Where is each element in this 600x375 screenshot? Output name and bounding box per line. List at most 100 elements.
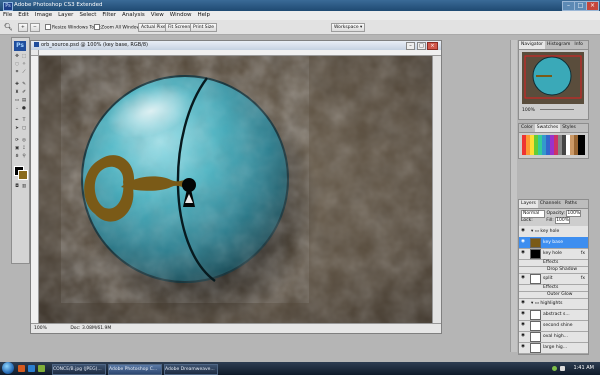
show-desktop-icon[interactable]	[38, 365, 45, 372]
visibility-eye-icon[interactable]: ◉	[521, 250, 526, 255]
screen-mode-icon[interactable]: ▥	[21, 184, 27, 189]
menu-help[interactable]: Help	[194, 11, 213, 20]
layer-thumbnail	[530, 238, 541, 248]
start-button[interactable]	[2, 362, 14, 374]
navigator-zoom-slider[interactable]	[540, 109, 575, 110]
fit-screen-button[interactable]: Fit Screen	[165, 23, 194, 32]
menu-view[interactable]: View	[148, 11, 167, 20]
ie-quicklaunch-icon[interactable]	[28, 365, 35, 372]
zoom-tool-icon[interactable]: 🔍︎	[4, 23, 13, 31]
task-dreamweaver[interactable]: Adobe Dreamweave...	[164, 364, 218, 375]
type-tool-icon[interactable]: T	[21, 118, 27, 123]
fill-field[interactable]: 100%	[555, 217, 571, 224]
gradient-tool-icon[interactable]: ▤	[21, 98, 27, 103]
tab-histogram[interactable]: Histogram	[545, 41, 572, 49]
menu-analysis[interactable]: Analysis	[119, 11, 148, 20]
blur-tool-icon[interactable]: 💧︎	[14, 106, 20, 111]
tab-navigator[interactable]: Navigator	[519, 41, 546, 49]
layer-thumbnail	[530, 310, 541, 320]
visibility-eye-icon[interactable]: ◉	[521, 239, 526, 244]
lasso-tool-icon[interactable]: ◌	[14, 62, 20, 67]
tab-info[interactable]: Info	[572, 41, 585, 49]
visibility-eye-icon[interactable]: ◉	[521, 322, 526, 327]
lock-row: Lock: Fill: 100%	[521, 217, 586, 224]
clone-stamp-icon[interactable]: ♜	[14, 90, 20, 95]
print-size-button[interactable]: Print Size	[190, 23, 218, 32]
firefox-quicklaunch-icon[interactable]	[18, 365, 25, 372]
healing-brush-icon[interactable]: ✚	[14, 82, 20, 87]
layer-large-highlight[interactable]: ◉ large hig...	[519, 342, 588, 354]
navigator-thumbnail[interactable]	[522, 52, 584, 104]
menu-filter[interactable]: Filter	[99, 11, 119, 20]
clock[interactable]: 1:41 AM	[573, 365, 594, 371]
pen-tool-icon[interactable]: ✒	[14, 118, 20, 123]
visibility-eye-icon[interactable]: ◉	[521, 228, 526, 233]
zoom-all-checkbox[interactable]: Zoom All Windows	[94, 24, 143, 31]
navigator-zoom-value[interactable]: 100%	[522, 108, 535, 113]
menu-window[interactable]: Window	[167, 11, 195, 20]
menu-select[interactable]: Select	[76, 11, 99, 20]
tab-channels[interactable]: Channels	[538, 200, 563, 208]
swatch-grid[interactable]	[522, 135, 585, 155]
eraser-tool-icon[interactable]: ▭	[14, 98, 20, 103]
tab-styles[interactable]: Styles	[560, 124, 578, 132]
notes-tool-icon[interactable]: ▣	[14, 146, 20, 151]
doc-close-button[interactable]: ×	[427, 42, 438, 50]
close-button[interactable]: ×	[586, 1, 599, 11]
move-tool-icon[interactable]: ✥	[14, 54, 20, 59]
tab-swatches[interactable]: Swatches	[534, 124, 561, 132]
network-tray-icon[interactable]	[552, 366, 557, 371]
workspace-dropdown[interactable]: Workspace ▾	[331, 23, 366, 32]
marquee-tool-icon[interactable]: ⬚	[21, 54, 27, 59]
menu-layer[interactable]: Layer	[55, 11, 76, 20]
ruler-origin[interactable]	[31, 50, 39, 56]
menu-edit[interactable]: Edit	[15, 11, 32, 20]
magic-wand-icon[interactable]: ✧	[21, 62, 27, 67]
zoom-out-button[interactable]: −	[30, 23, 40, 32]
opacity-field[interactable]: 100%	[566, 210, 582, 217]
quick-mask-icon[interactable]: ◘	[14, 184, 20, 189]
tab-color[interactable]: Color	[519, 124, 535, 132]
visibility-eye-icon[interactable]: ◉	[521, 344, 526, 349]
3d-rotate-icon[interactable]: ⟳	[14, 138, 20, 143]
fx-icon[interactable]: fx	[581, 248, 585, 259]
visibility-eye-icon[interactable]: ◉	[521, 333, 526, 338]
panel-dock-strip[interactable]	[510, 40, 517, 352]
volume-tray-icon[interactable]	[560, 366, 565, 371]
document-title: orb_source.psd @ 100% (key base, RGB/8)	[41, 42, 148, 48]
resize-windows-checkbox[interactable]: Resize Windows To Fit	[45, 24, 101, 31]
visibility-eye-icon[interactable]: ◉	[521, 311, 526, 316]
layers-tabs: Layers Channels Paths	[519, 200, 588, 209]
slice-tool-icon[interactable]: ⟋	[21, 70, 27, 75]
tab-layers[interactable]: Layers	[519, 200, 538, 208]
dodge-tool-icon[interactable]: ●	[21, 106, 27, 111]
eyedropper-tool-icon[interactable]: ⟟	[21, 146, 27, 151]
document-canvas[interactable]	[39, 56, 432, 323]
hand-tool-icon[interactable]: ✋︎	[14, 154, 20, 159]
task-conceb-jpg[interactable]: CONCE/B.jpg (JPEG)...	[52, 364, 106, 375]
3d-orbit-icon[interactable]: ◎	[21, 138, 27, 143]
doc-size-readout[interactable]: Doc: 3.08M/61.9M	[70, 326, 111, 331]
vertical-scrollbar[interactable]	[432, 56, 441, 323]
zoom-level[interactable]: 100%	[34, 326, 47, 331]
blend-mode-select[interactable]: Normal	[521, 210, 545, 218]
shape-tool-icon[interactable]: ▢	[21, 126, 27, 131]
document-window: orb_source.psd @ 100% (key base, RGB/8) …	[30, 40, 442, 334]
zoom-tool-icon-2[interactable]: ⚲	[21, 154, 27, 159]
zoom-in-button[interactable]: +	[18, 23, 28, 32]
menu-file[interactable]: File	[0, 11, 15, 20]
layer-thumbnail	[530, 332, 541, 342]
doc-minimize-button[interactable]: –	[406, 42, 415, 50]
task-photoshop[interactable]: Adobe Photoshop C...	[108, 364, 162, 375]
tab-paths[interactable]: Paths	[563, 200, 579, 208]
crop-tool-icon[interactable]: ⌗	[14, 70, 20, 75]
brush-tool-icon[interactable]: ✎	[21, 82, 27, 87]
doc-maximize-button[interactable]: □	[417, 42, 426, 50]
visibility-eye-icon[interactable]: ◉	[521, 275, 526, 280]
fx-icon[interactable]: fx	[581, 273, 585, 284]
visibility-eye-icon[interactable]: ◉	[521, 300, 526, 305]
path-selection-icon[interactable]: ➤	[14, 126, 20, 131]
menu-image[interactable]: Image	[32, 11, 55, 20]
history-brush-icon[interactable]: ✐	[21, 90, 27, 95]
background-color-swatch[interactable]	[18, 170, 28, 180]
